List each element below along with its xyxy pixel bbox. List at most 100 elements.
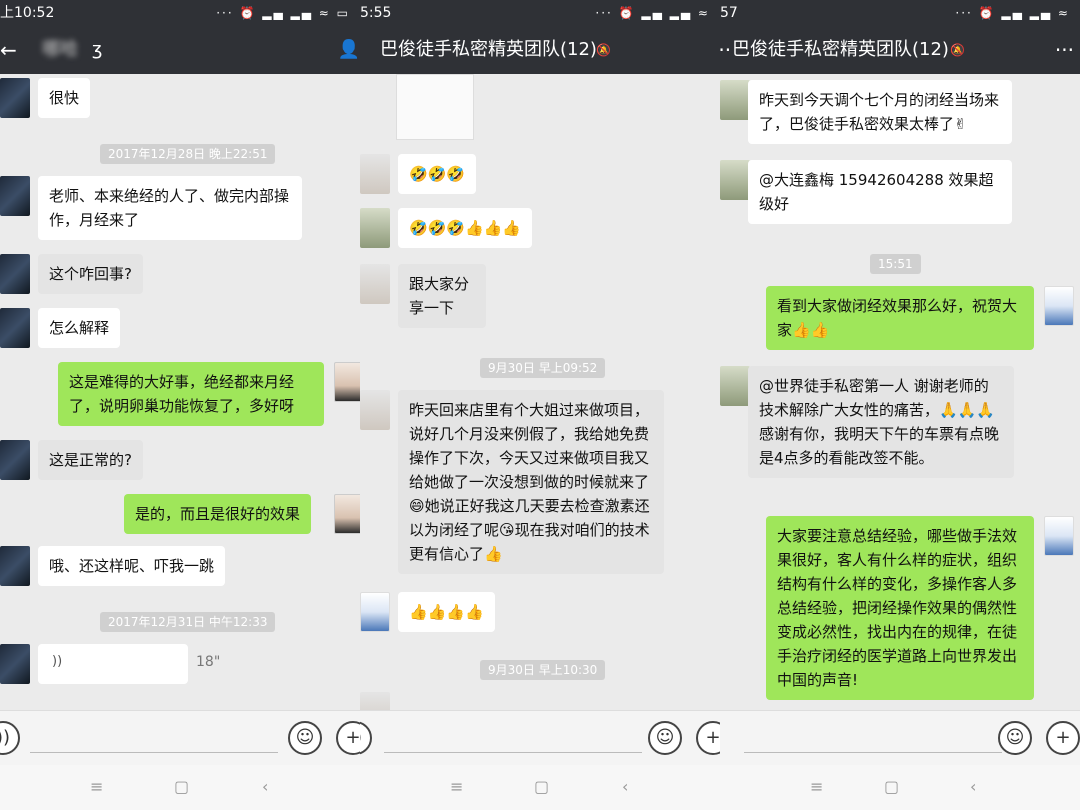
timestamp: 9月30日 早上09:52 <box>480 358 606 378</box>
avatar[interactable] <box>360 154 390 194</box>
timestamp: 2017年12月31日 中午12:33 <box>100 612 276 632</box>
input-bar: ☺ + <box>720 710 1080 765</box>
status-icons: ··· ⏰ ▂▄ ▂▄ ≈ <box>595 6 710 20</box>
home-icon[interactable]: ▢ <box>534 777 549 796</box>
voice-duration: 18" <box>196 654 221 670</box>
mute-icon: 🔕 <box>950 43 965 57</box>
menu-icon[interactable]: ≡ <box>810 777 823 796</box>
status-time: 57 <box>720 5 738 21</box>
back-icon[interactable]: ‹ <box>622 777 628 796</box>
status-icons: ··· ⏰ ▂▄ ▂▄ ≈ <box>955 6 1070 20</box>
title-bar: ··· 巴俊徒手私密精英团队(12) 🔕 ··· <box>720 26 1080 74</box>
message-bubble: 这是正常的? <box>38 440 143 480</box>
avatar[interactable] <box>0 546 30 586</box>
timestamp: 9月30日 早上10:30 <box>480 660 606 680</box>
avatar[interactable] <box>360 264 390 304</box>
message-bubble: 大家要注意总结经验，哪些做手法效果很好，客人有什么样的症状，组织结构有什么样的变… <box>766 516 1034 700</box>
message-bubble: 昨天到今天调个七个月的闭经当场来了，巴俊徒手私密效果太棒了✌ <box>748 80 1012 144</box>
message-bubble: 怎么解释 <box>38 308 121 348</box>
avatar[interactable] <box>0 308 30 348</box>
message-list: 很快 2017年12月28日 晚上22:51 老师、本来绝经的人了、做完内部操作… <box>0 74 360 710</box>
chat-panel-1: 上10:52 ··· ⏰ ▂▄ ▂▄ ≈ ▭ ← 哪哈 ʒ 👤 很快 2017年… <box>0 0 360 810</box>
message-bubble: @世界徒手私密第一人 谢谢老师的技术解除广大女性的痛苦，🙏🙏🙏感谢有你，我明天下… <box>748 366 1014 478</box>
title-bar: ← 哪哈 ʒ 👤 <box>0 26 360 74</box>
status-bar: 57 ··· ⏰ ▂▄ ▂▄ ≈ <box>720 0 1080 26</box>
chat-title: 巴俊徒手私密精英团队(12) <box>732 39 949 60</box>
message-bubble: 🤣🤣🤣👍👍👍 <box>398 208 533 248</box>
avatar[interactable] <box>0 644 30 684</box>
message-bubble: 这个咋回事? <box>38 254 143 294</box>
input-bar: )) ☺ + <box>0 710 360 765</box>
avatar[interactable] <box>0 254 30 294</box>
avatar[interactable] <box>0 440 30 480</box>
message-list: 🤣🤣🤣 🤣🤣🤣👍👍👍 跟大家分享一下 9月30日 早上09:52 昨天回来店里有… <box>360 74 720 710</box>
message-bubble: 🤣🤣🤣 <box>398 154 477 194</box>
message-bubble: 看到大家做闭经效果那么好，祝贺大家👍👍 <box>766 286 1034 350</box>
ear-icon[interactable]: ʒ <box>92 26 102 74</box>
message-bubble: @大连鑫梅 15942604288 效果超级好 <box>748 160 1012 224</box>
android-nav-bar: ≡ ▢ ‹ <box>720 765 1080 810</box>
message-bubble: 是的，而且是很好的效果 <box>124 494 312 534</box>
plus-icon[interactable]: + <box>1046 721 1080 755</box>
person-icon[interactable]: 👤 <box>338 26 360 74</box>
message-bubble: 很快 <box>38 78 91 118</box>
message-bubble: 哦、还这样呢、吓我一跳 <box>38 546 226 586</box>
avatar[interactable] <box>334 362 360 402</box>
voice-toggle-icon[interactable]: )) <box>0 721 20 755</box>
timestamp: 2017年12月28日 晚上22:51 <box>100 144 276 164</box>
message-bubble: 老师、本来绝经的人了、做完内部操作，月经来了 <box>38 176 302 240</box>
avatar[interactable] <box>360 592 390 632</box>
status-time: 5:55 <box>360 5 392 21</box>
android-nav-bar: ≡ ▢ ‹ <box>0 765 360 810</box>
avatar[interactable] <box>720 366 750 406</box>
avatar[interactable] <box>720 160 750 200</box>
message-input[interactable] <box>744 723 1002 753</box>
plus-icon[interactable]: + <box>696 721 720 755</box>
status-icons: ··· ⏰ ▂▄ ▂▄ ≈ ▭ <box>216 6 350 20</box>
chat-panel-2: 5:55 ··· ⏰ ▂▄ ▂▄ ≈ 巴俊徒手私密精英团队(12) 🔕 🤣🤣🤣 … <box>360 0 720 810</box>
message-bubble: 👍👍👍👍 <box>398 592 495 632</box>
avatar[interactable] <box>0 176 30 216</box>
message-bubble: 昨天回来店里有个大姐过来做项目，说好几个月没来例假了，我给她免费操作了下次，今天… <box>398 390 664 574</box>
home-icon[interactable]: ▢ <box>174 777 189 796</box>
home-icon[interactable]: ▢ <box>884 777 899 796</box>
android-nav-bar: ≡ ▢ ‹ <box>360 765 720 810</box>
more-icon[interactable]: ··· <box>720 26 731 74</box>
message-bubble: 跟大家分享一下 <box>398 264 486 328</box>
avatar[interactable] <box>720 80 750 120</box>
avatar[interactable] <box>360 208 390 248</box>
status-bar: 上10:52 ··· ⏰ ▂▄ ▂▄ ≈ ▭ <box>0 0 360 26</box>
emoji-icon[interactable]: ☺ <box>648 721 682 755</box>
timestamp: 15:51 <box>870 254 921 274</box>
chat-panel-3: 57 ··· ⏰ ▂▄ ▂▄ ≈ ··· 巴俊徒手私密精英团队(12) 🔕 ··… <box>720 0 1080 810</box>
voice-message[interactable]: )) <box>38 644 188 684</box>
more-options-icon[interactable]: ··· <box>1055 26 1074 74</box>
mute-icon: 🔕 <box>596 43 611 57</box>
back-icon[interactable]: ‹ <box>970 777 976 796</box>
title-bar: 巴俊徒手私密精英团队(12) 🔕 <box>360 26 720 74</box>
back-icon[interactable]: ‹ <box>262 777 268 796</box>
menu-icon[interactable]: ≡ <box>90 777 103 796</box>
chat-title: 巴俊徒手私密精英团队(12) <box>380 39 597 60</box>
emoji-icon[interactable]: ☺ <box>288 721 322 755</box>
image-message[interactable] <box>396 74 474 140</box>
message-bubble: 这是难得的大好事，绝经都来月经了，说明卵巢功能恢复了，多好呀 <box>58 362 324 426</box>
avatar[interactable] <box>360 390 390 430</box>
avatar[interactable] <box>1044 286 1074 326</box>
message-input[interactable] <box>384 723 642 753</box>
message-list: 昨天到今天调个七个月的闭经当场来了，巴俊徒手私密效果太棒了✌ @大连鑫梅 159… <box>720 74 1080 710</box>
avatar[interactable] <box>360 692 390 710</box>
voice-wave-icon: )) <box>52 654 63 669</box>
avatar[interactable] <box>1044 516 1074 556</box>
menu-icon[interactable]: ≡ <box>450 777 463 796</box>
input-bar: )) ☺ + <box>360 710 720 765</box>
avatar[interactable] <box>0 78 30 118</box>
back-arrow-icon[interactable]: ← <box>0 26 17 74</box>
voice-toggle-icon[interactable]: )) <box>360 721 372 755</box>
avatar[interactable] <box>334 494 360 534</box>
emoji-icon[interactable]: ☺ <box>998 721 1032 755</box>
chat-title: 哪哈 <box>42 39 78 60</box>
message-input[interactable] <box>30 723 278 753</box>
status-time: 上10:52 <box>0 5 55 21</box>
plus-icon[interactable]: + <box>336 721 360 755</box>
